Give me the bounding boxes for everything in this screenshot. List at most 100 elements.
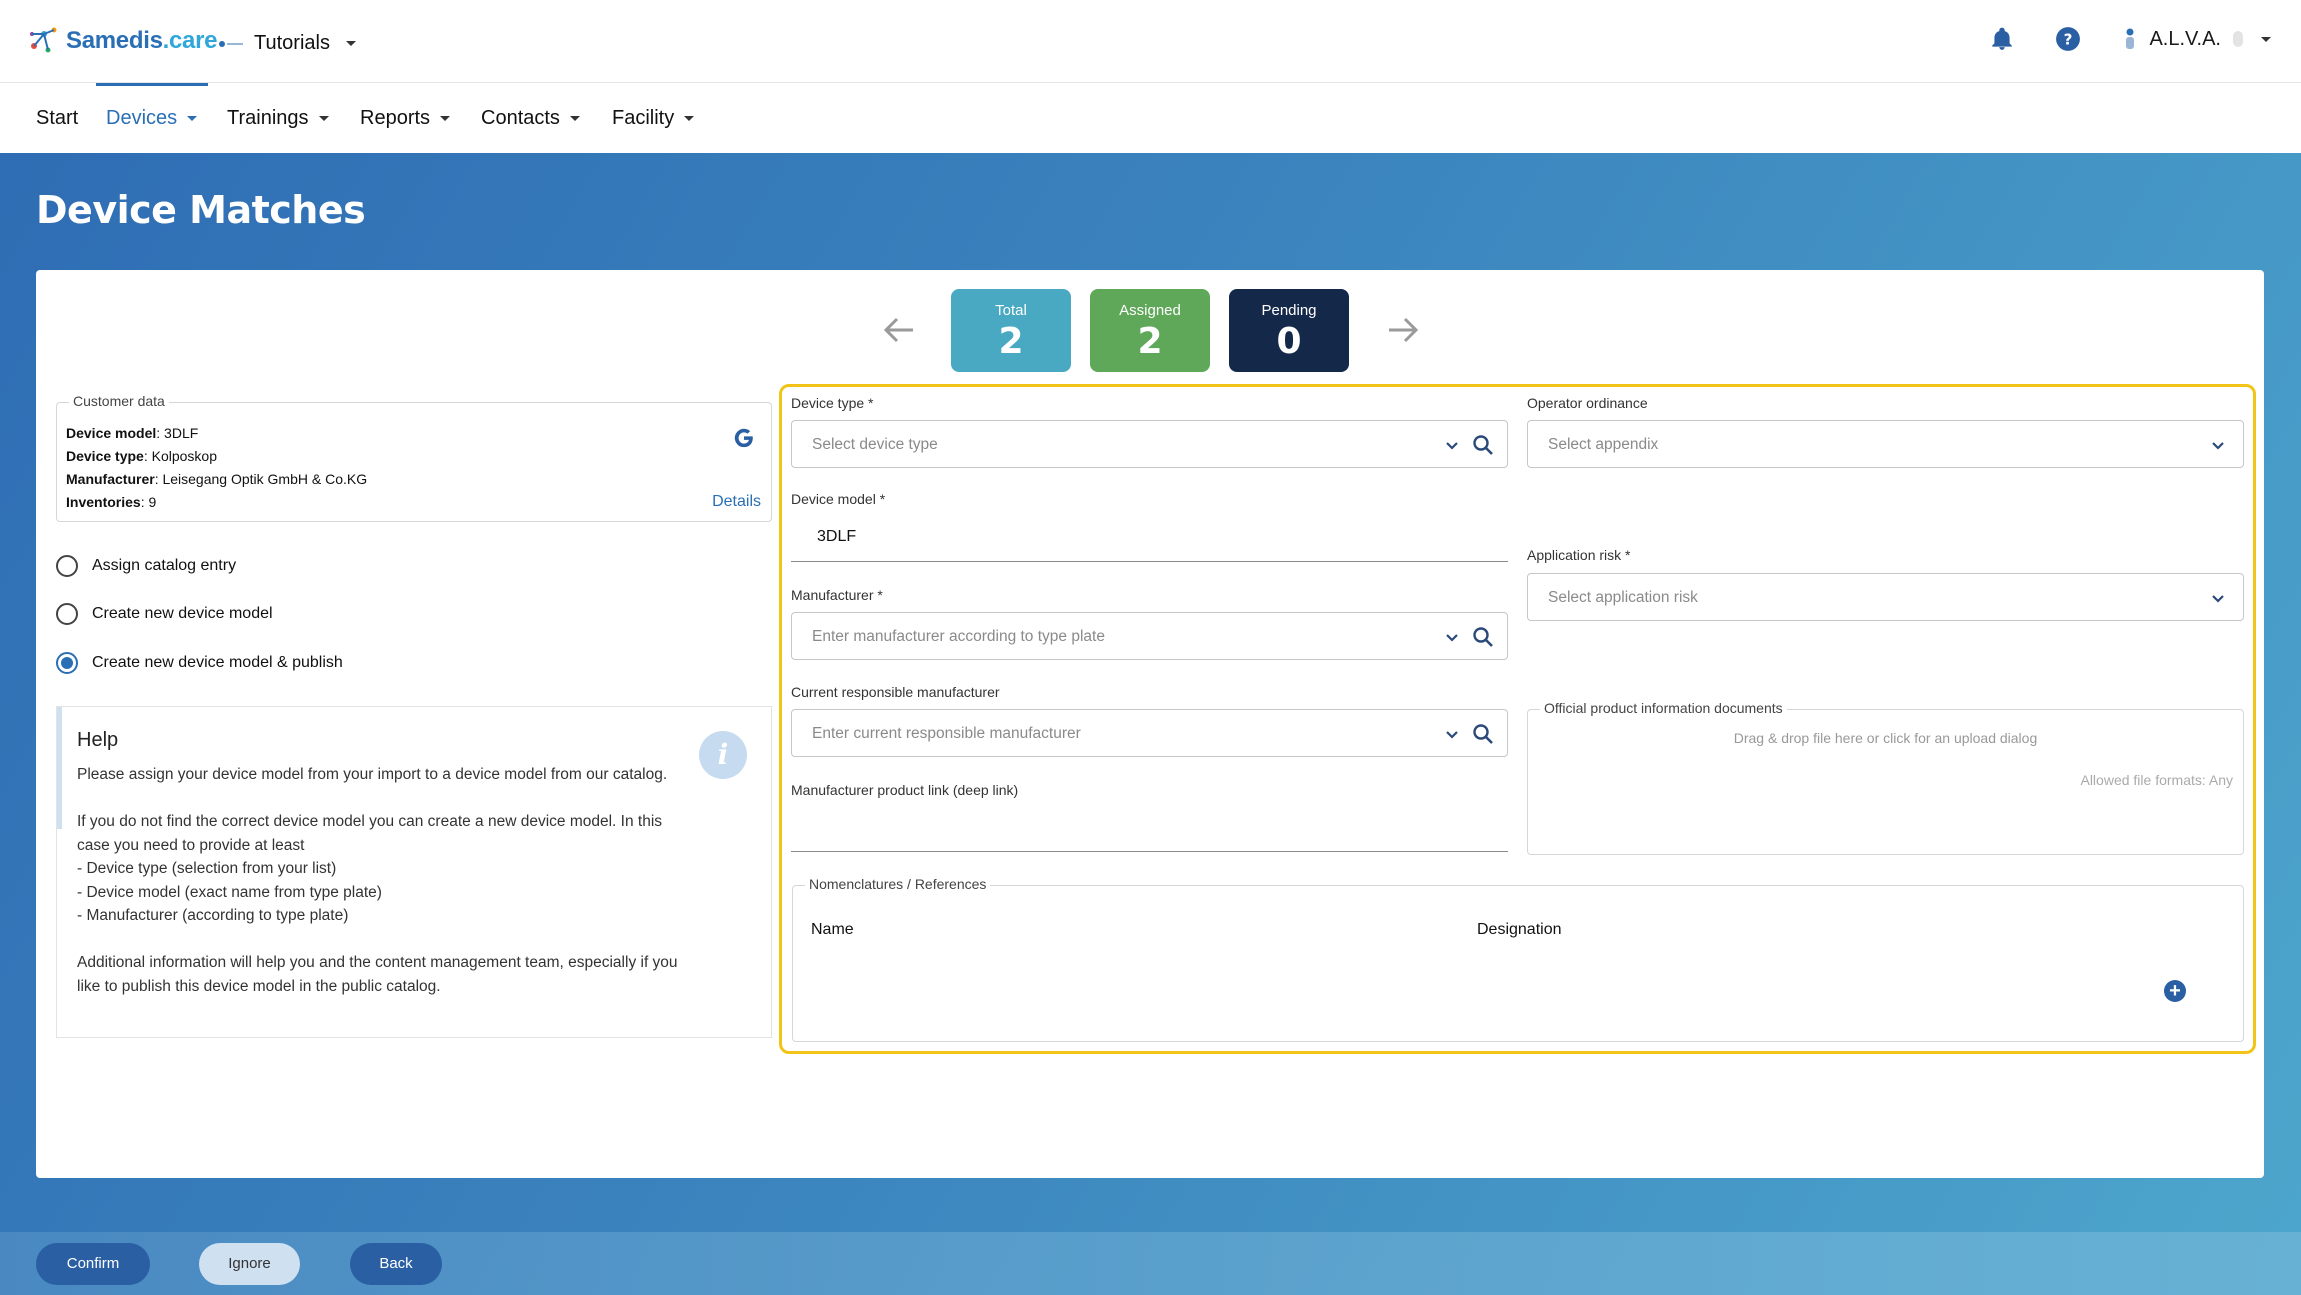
product-link-label: Manufacturer product link (deep link)	[791, 782, 1019, 798]
chevron-down-icon[interactable]	[2210, 590, 2226, 606]
tenant-logo-icon	[219, 40, 243, 47]
operator-ordinance-label: Operator ordinance	[1527, 395, 1648, 411]
chevron-down-icon[interactable]	[1444, 437, 1460, 453]
counter-assigned-value: 2	[1137, 321, 1163, 362]
option-create-model[interactable]: Create new device model	[56, 603, 273, 625]
counter-pending-value: 0	[1276, 321, 1302, 362]
customer-data-panel: Customer data Device model: 3DLF Device …	[56, 393, 772, 522]
add-nomenclature-icon[interactable]: +	[2164, 980, 2186, 1002]
confirm-button[interactable]: Confirm	[36, 1243, 150, 1285]
operator-ordinance-select[interactable]: Select appendix	[1527, 420, 2244, 468]
counter-assigned-label: Assigned	[1119, 302, 1181, 319]
help-title: Help	[77, 729, 119, 751]
radio-assign-catalog[interactable]	[56, 555, 78, 577]
device-type-select[interactable]: Select device type	[791, 420, 1508, 468]
option-assign-catalog-label: Assign catalog entry	[92, 557, 237, 574]
documents-legend: Official product information documents	[1540, 700, 1787, 716]
option-create-model-label: Create new device model	[92, 605, 273, 622]
option-create-publish[interactable]: Create new device model & publish	[56, 652, 343, 674]
application-risk-select[interactable]: Select application risk	[1527, 573, 2244, 621]
chevron-down-icon	[684, 116, 695, 121]
application-risk-label: Application risk *	[1527, 547, 1631, 563]
chevron-down-icon[interactable]	[1444, 726, 1460, 742]
manufacturer-label: Manufacturer *	[791, 587, 883, 603]
customer-device-model: Device model: 3DLF	[66, 425, 199, 441]
chevron-down-icon[interactable]	[1444, 629, 1460, 645]
chevron-down-icon[interactable]	[2210, 437, 2226, 453]
option-assign-catalog[interactable]: Assign catalog entry	[56, 555, 236, 577]
device-type-label: Device type *	[791, 395, 874, 411]
tenant-selector[interactable]: Tutorials	[218, 32, 356, 55]
help-accent-bar	[57, 707, 62, 829]
manufacturer-select[interactable]: Enter manufacturer according to type pla…	[791, 612, 1508, 660]
arrow-left-icon[interactable]	[883, 316, 915, 344]
action-bar	[0, 1232, 2301, 1295]
counter-assigned: Assigned 2	[1090, 289, 1210, 372]
current-manufacturer-placeholder: Enter current responsible manufacturer	[812, 725, 1081, 742]
counter-total-value: 2	[998, 321, 1024, 362]
nav-contacts[interactable]: Contacts	[481, 107, 580, 130]
ignore-button[interactable]: Ignore	[199, 1243, 300, 1285]
nav-trainings[interactable]: Trainings	[227, 107, 329, 130]
search-icon[interactable]	[1472, 723, 1494, 745]
nav-start[interactable]: Start	[36, 107, 78, 130]
device-type-placeholder: Select device type	[812, 436, 938, 453]
chevron-down-icon	[2261, 36, 2271, 42]
back-button[interactable]: Back	[350, 1243, 442, 1285]
user-badge-icon	[2233, 31, 2243, 47]
manufacturer-placeholder: Enter manufacturer according to type pla…	[812, 628, 1105, 645]
brand-name: Samedis.care	[66, 27, 218, 54]
chevron-down-icon	[318, 116, 329, 121]
counter-pending: Pending 0	[1229, 289, 1349, 372]
arrow-right-icon[interactable]	[1387, 316, 1419, 344]
option-create-publish-label: Create new device model & publish	[92, 654, 343, 671]
nomenclatures-panel: Nomenclatures / References Name Designat…	[792, 876, 2244, 1042]
help-panel: Help Please assign your device model fro…	[56, 706, 772, 1038]
search-icon[interactable]	[1472, 626, 1494, 648]
google-search-icon[interactable]	[733, 427, 755, 449]
main-nav: Start Devices Trainings Reports Contacts…	[0, 83, 2301, 153]
operator-ordinance-placeholder: Select appendix	[1548, 436, 1659, 453]
device-model-value: 3DLF	[817, 528, 857, 545]
active-nav-indicator	[96, 83, 208, 86]
device-model-label: Device model *	[791, 491, 886, 507]
product-link-input[interactable]	[791, 804, 1508, 852]
upload-formats-text: Allowed file formats: Any	[2080, 772, 2233, 788]
customer-inventories: Inventories: 9	[66, 494, 157, 510]
samedis-logo-icon	[30, 27, 57, 53]
counter-total-label: Total	[995, 302, 1027, 319]
brand-logo[interactable]: Samedis.care	[26, 26, 217, 56]
search-icon[interactable]	[1472, 434, 1494, 456]
help-icon[interactable]: ?	[2055, 26, 2081, 52]
nav-facility[interactable]: Facility	[612, 107, 695, 130]
tenant-name: Tutorials	[254, 32, 330, 54]
details-link[interactable]: Details	[712, 493, 761, 511]
radio-create-model[interactable]	[56, 603, 78, 625]
application-risk-placeholder: Select application risk	[1548, 589, 1698, 606]
page-title: Device Matches	[36, 188, 366, 232]
info-icon: i	[699, 731, 747, 779]
help-text: Please assign your device model from you…	[77, 766, 678, 995]
svg-text:?: ?	[2064, 30, 2073, 48]
current-manufacturer-select[interactable]: Enter current responsible manufacturer	[791, 709, 1508, 757]
counter-total: Total 2	[951, 289, 1071, 372]
notification-bell-icon[interactable]	[1989, 26, 2015, 52]
user-menu[interactable]: A.L.V.A.	[2121, 27, 2271, 51]
nav-devices[interactable]: Devices	[106, 107, 198, 130]
nomenclature-col-name: Name	[811, 921, 854, 938]
upload-drop-text: Drag & drop file here or click for an up…	[1733, 730, 2038, 746]
device-model-input[interactable]: 3DLF	[791, 514, 1508, 562]
chevron-down-icon	[187, 116, 198, 121]
nomenclatures-legend: Nomenclatures / References	[805, 876, 991, 892]
current-manufacturer-label: Current responsible manufacturer	[791, 684, 1000, 700]
radio-create-publish[interactable]	[56, 652, 78, 674]
customer-data-legend: Customer data	[69, 393, 169, 409]
user-avatar-icon	[2126, 28, 2135, 49]
nomenclature-col-designation: Designation	[1477, 921, 1562, 938]
chevron-down-icon	[569, 116, 580, 121]
nav-reports[interactable]: Reports	[360, 107, 451, 130]
documents-upload-area[interactable]: Official product information documents D…	[1527, 700, 2244, 855]
chevron-down-icon	[440, 116, 451, 121]
chevron-down-icon	[345, 41, 356, 46]
customer-manufacturer: Manufacturer: Leisegang Optik GmbH & Co.…	[66, 471, 368, 487]
